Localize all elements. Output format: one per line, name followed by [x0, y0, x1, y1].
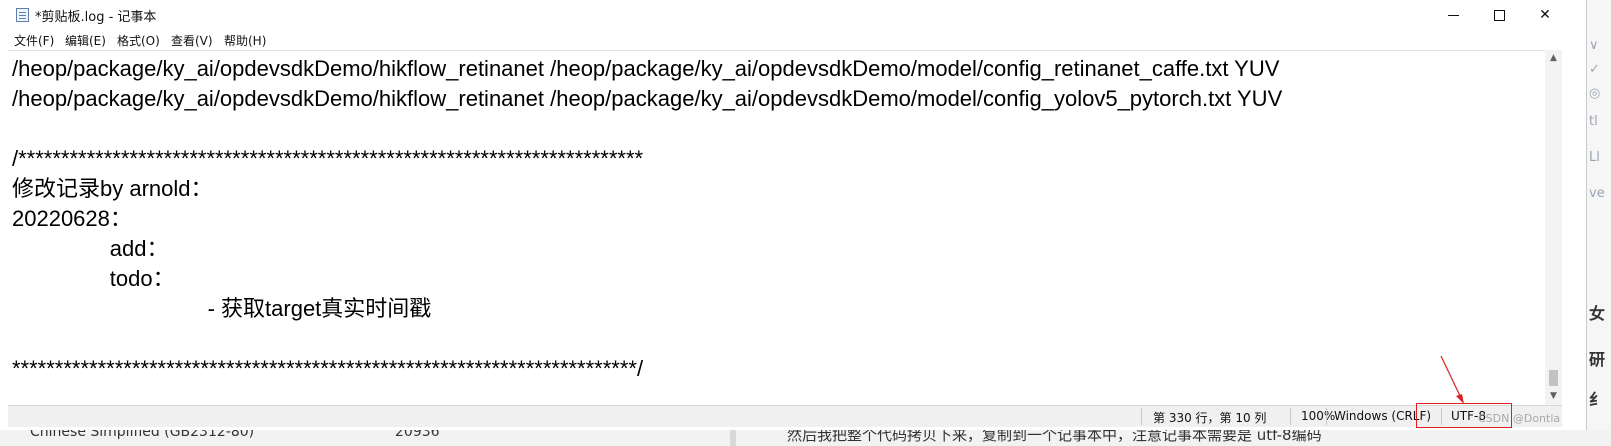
menu-edit[interactable]: 编辑(E)	[65, 32, 106, 49]
minimize-icon	[1447, 14, 1459, 16]
background-gutter	[730, 430, 736, 446]
background-window-right: ∨ ✓ ◎ tl Ll ve 女 研 纟	[1587, 0, 1611, 446]
notepad-window: *剪贴板.log - 记事本 ✕ 文件(F) 编辑(E) 格式(O) 查看(V)…	[0, 0, 1587, 430]
background-window-bottom: Chinese Simplified (GB2312-80) 20936 然后我…	[0, 430, 1611, 446]
text-editor[interactable]: /heop/package/ky_ai/opdevsdkDemo/hikflow…	[8, 50, 1545, 405]
background-text-fragment: 纟	[1589, 390, 1606, 409]
minimize-button[interactable]	[1430, 0, 1476, 30]
close-button[interactable]: ✕	[1522, 0, 1568, 30]
menu-file[interactable]: 文件(F)	[14, 32, 54, 49]
title-bar[interactable]: *剪贴板.log - 记事本 ✕	[0, 0, 1586, 30]
background-text-fragment: Ll	[1589, 150, 1600, 165]
menu-bar: 文件(F) 编辑(E) 格式(O) 查看(V) 帮助(H)	[0, 30, 1586, 50]
menu-help[interactable]: 帮助(H)	[224, 32, 266, 49]
background-encoding-code: 20936	[395, 430, 440, 440]
close-icon: ✕	[1539, 7, 1551, 23]
status-divider	[1141, 408, 1142, 425]
maximize-button[interactable]	[1476, 0, 1522, 30]
background-encoding-name: Chinese Simplified (GB2312-80)	[30, 430, 255, 440]
watermark: CSDN @Dontla	[1478, 412, 1561, 425]
notepad-icon	[16, 8, 29, 22]
scroll-down-icon[interactable]: ▼	[1545, 388, 1562, 405]
cursor-position: 第 330 行，第 10 列	[1153, 411, 1267, 425]
background-text-fragment: 女	[1589, 304, 1606, 323]
menu-view[interactable]: 查看(V)	[171, 32, 213, 49]
menu-format[interactable]: 格式(O)	[117, 32, 160, 49]
background-article-text: 然后我把整个代码拷贝下来，复制到一个记事本中，注意记事本需要是 utf-8编码	[787, 430, 1322, 444]
maximize-icon	[1493, 9, 1505, 21]
background-text-fragment: 研	[1589, 350, 1606, 369]
window-title: *剪贴板.log - 记事本	[35, 10, 157, 25]
editor-content[interactable]: /heop/package/ky_ai/opdevsdkDemo/hikflow…	[12, 54, 1282, 384]
background-text-fragment: ∨	[1589, 38, 1599, 53]
background-text-fragment: tl	[1589, 114, 1598, 129]
status-bar: 第 330 行，第 10 列 100% Windows (CRLF) UTF-8	[8, 405, 1562, 427]
status-divider	[1290, 408, 1291, 425]
scroll-up-icon[interactable]: ▲	[1545, 50, 1562, 67]
vertical-scrollbar[interactable]: ▲ ▼	[1545, 50, 1562, 405]
scrollbar-thumb[interactable]	[1549, 370, 1558, 386]
background-text-fragment: ✓	[1589, 62, 1600, 77]
zoom-level: 100%	[1301, 409, 1336, 423]
background-text-fragment: ◎	[1589, 86, 1601, 101]
status-divider	[1326, 408, 1327, 425]
background-text-fragment: ve	[1589, 186, 1605, 201]
